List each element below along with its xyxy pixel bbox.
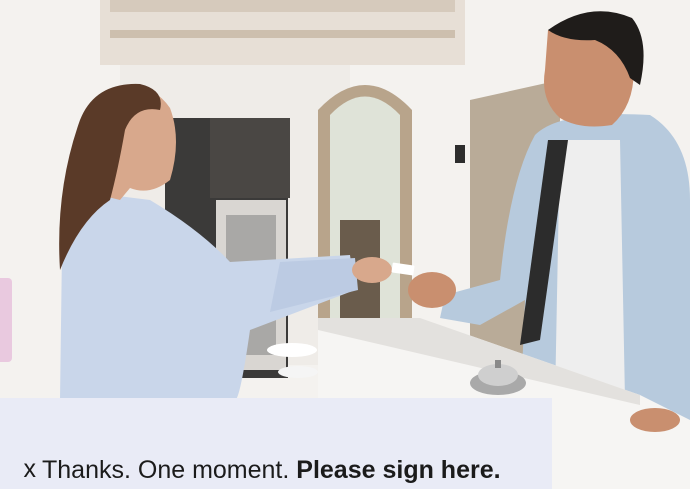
dialogue-caption: Thanks. One moment. Please sign here. — [42, 455, 548, 485]
caption-emphasis: Please sign here. — [296, 456, 501, 484]
caption-fragment-text: x — [23, 455, 37, 483]
receptionist-hand — [352, 257, 392, 283]
lounge-table — [267, 343, 317, 357]
caption-text: Thanks. One moment. — [42, 456, 297, 484]
caption-fragment: x — [0, 455, 38, 485]
accent-tab — [0, 278, 12, 362]
guest-left-hand — [630, 408, 680, 432]
wall-lamp — [455, 145, 465, 163]
guest-hand — [408, 272, 456, 308]
